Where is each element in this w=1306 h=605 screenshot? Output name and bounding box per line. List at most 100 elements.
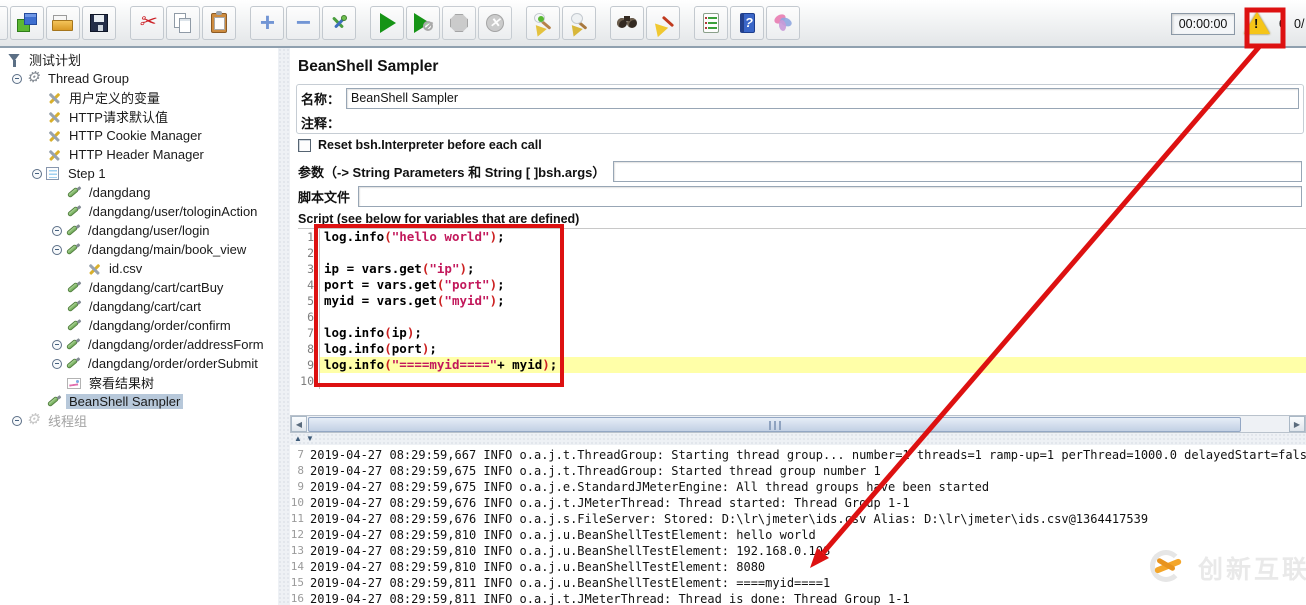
help-button[interactable] bbox=[730, 6, 764, 40]
new-button[interactable] bbox=[0, 6, 8, 40]
add-button[interactable] bbox=[250, 6, 284, 40]
remove-button[interactable] bbox=[286, 6, 320, 40]
clear-one-icon bbox=[531, 11, 555, 35]
copy-button[interactable] bbox=[166, 6, 200, 40]
collapse-down-icon[interactable]: ▼ bbox=[306, 434, 314, 444]
clear-all-button[interactable] bbox=[562, 6, 596, 40]
tree-node[interactable]: /dangdang/cart/cart bbox=[0, 297, 278, 316]
vertical-splitter[interactable] bbox=[278, 48, 290, 605]
search-button[interactable] bbox=[610, 6, 644, 40]
tree-node[interactable]: HTTP Header Manager bbox=[0, 145, 278, 164]
log-errors-indicator[interactable] bbox=[1243, 10, 1273, 38]
open-button[interactable] bbox=[46, 6, 80, 40]
save-button[interactable] bbox=[82, 6, 116, 40]
start-no-timers-button[interactable] bbox=[406, 6, 440, 40]
log-line: 102019-04-27 08:29:59,676 INFO o.a.j.t.J… bbox=[290, 495, 1306, 511]
line-number: 1 bbox=[298, 229, 320, 245]
toggle-button[interactable] bbox=[322, 6, 356, 40]
tree-node[interactable]: Thread Group bbox=[0, 69, 278, 88]
watermark-text: 创新互联 bbox=[1198, 550, 1306, 586]
log-line-text: 2019-04-27 08:29:59,811 INFO o.a.j.t.JMe… bbox=[310, 591, 910, 605]
shutdown-button bbox=[478, 6, 512, 40]
locale-rose-button[interactable] bbox=[766, 6, 800, 40]
tree-node[interactable]: BeanShell Sampler bbox=[0, 392, 278, 411]
scrollbar-thumb[interactable] bbox=[308, 417, 1241, 432]
tree-node[interactable]: /dangdang bbox=[0, 183, 278, 202]
line-number: 8 bbox=[298, 341, 320, 357]
log-line-text: 2019-04-27 08:29:59,675 INFO o.a.j.t.Thr… bbox=[310, 463, 881, 479]
collapse-up-icon[interactable]: ▲ bbox=[294, 434, 302, 444]
expand-handle-icon[interactable] bbox=[52, 359, 62, 369]
tree-node[interactable]: /dangdang/main/book_view bbox=[0, 240, 278, 259]
tree-node[interactable]: 察看结果树 bbox=[0, 373, 278, 392]
tree-node-label: id.csv bbox=[106, 261, 145, 276]
start-icon bbox=[375, 11, 399, 35]
locale-rose-icon bbox=[771, 11, 795, 35]
parameters-input[interactable] bbox=[613, 161, 1302, 182]
scroll-left-button[interactable]: ◀ bbox=[291, 416, 307, 432]
tree-node[interactable]: /dangdang/cart/cartBuy bbox=[0, 278, 278, 297]
toolbar: 00:00:00 0 0/ bbox=[0, 0, 1306, 48]
clear-one-button[interactable] bbox=[526, 6, 560, 40]
tree-node[interactable]: 线程组 bbox=[0, 411, 278, 430]
code-line[interactable]: 2 bbox=[298, 245, 1306, 261]
code-text: log.info("====myid===="+ myid); bbox=[320, 357, 1306, 373]
code-line[interactable]: 7log.info(ip); bbox=[298, 325, 1306, 341]
clear-search-button[interactable] bbox=[646, 6, 680, 40]
parameters-label: 参数（-> String Parameters 和 String [ ]bsh.… bbox=[298, 162, 605, 181]
sampler-icon bbox=[65, 337, 81, 353]
code-line[interactable]: 3ip = vars.get("ip"); bbox=[298, 261, 1306, 277]
sampler-icon bbox=[46, 394, 62, 410]
sampler-icon bbox=[66, 299, 82, 315]
log-splitter[interactable]: ▲ ▼ bbox=[290, 433, 1306, 445]
tree-node[interactable]: HTTP Cookie Manager bbox=[0, 126, 278, 145]
name-input[interactable]: BeanShell Sampler bbox=[346, 88, 1299, 109]
expand-handle-icon[interactable] bbox=[52, 245, 62, 255]
code-line[interactable]: 10 bbox=[298, 373, 1306, 389]
tree-node[interactable]: /dangdang/user/tologinAction bbox=[0, 202, 278, 221]
search-icon bbox=[615, 11, 639, 35]
script-editor[interactable]: 1log.info("hello world");23ip = vars.get… bbox=[298, 228, 1306, 414]
tree-node-label: /dangdang/order/orderSubmit bbox=[85, 356, 261, 371]
tree-node[interactable]: /dangdang/user/login bbox=[0, 221, 278, 240]
tree-node-label: /dangdang/cart/cartBuy bbox=[86, 280, 226, 295]
code-line[interactable]: 9log.info("====myid===="+ myid); bbox=[298, 357, 1306, 373]
cut-button[interactable] bbox=[130, 6, 164, 40]
code-text bbox=[320, 373, 1306, 389]
code-text bbox=[320, 309, 1306, 325]
log-line-text: 2019-04-27 08:29:59,810 INFO o.a.j.u.Bea… bbox=[310, 527, 816, 543]
reset-interpreter-checkbox[interactable] bbox=[298, 139, 311, 152]
expand-handle-icon[interactable] bbox=[52, 226, 62, 236]
code-line[interactable]: 5myid = vars.get("myid"); bbox=[298, 293, 1306, 309]
paste-button[interactable] bbox=[202, 6, 236, 40]
templates-button[interactable] bbox=[10, 6, 44, 40]
expand-handle-icon[interactable] bbox=[32, 169, 42, 179]
tree-node[interactable]: HTTP请求默认值 bbox=[0, 107, 278, 126]
line-number: 9 bbox=[298, 357, 320, 373]
tree-node[interactable]: 测试计划 bbox=[0, 50, 278, 69]
sampler-icon bbox=[66, 318, 82, 334]
start-button[interactable] bbox=[370, 6, 404, 40]
code-line[interactable]: 1log.info("hello world"); bbox=[298, 229, 1306, 245]
tree-node[interactable]: 用户定义的变量 bbox=[0, 88, 278, 107]
horizontal-scrollbar[interactable]: ◀ ▶ bbox=[290, 415, 1306, 433]
scroll-right-button[interactable]: ▶ bbox=[1289, 416, 1305, 432]
expand-handle-icon[interactable] bbox=[52, 340, 62, 350]
tree-node[interactable]: /dangdang/order/addressForm bbox=[0, 335, 278, 354]
tree-node[interactable]: /dangdang/order/orderSubmit bbox=[0, 354, 278, 373]
tree-node[interactable]: id.csv bbox=[0, 259, 278, 278]
tree-node[interactable]: /dangdang/order/confirm bbox=[0, 316, 278, 335]
remove-icon bbox=[291, 11, 315, 35]
function-helper-button[interactable] bbox=[694, 6, 728, 40]
code-line[interactable]: 8log.info(port); bbox=[298, 341, 1306, 357]
elapsed-timer: 00:00:00 bbox=[1171, 13, 1235, 35]
script-file-input[interactable] bbox=[358, 186, 1302, 207]
tree-node[interactable]: Step 1 bbox=[0, 164, 278, 183]
code-line[interactable]: 4port = vars.get("port"); bbox=[298, 277, 1306, 293]
expand-handle-icon[interactable] bbox=[12, 74, 22, 84]
comment-input[interactable] bbox=[346, 112, 1299, 133]
expand-handle-icon[interactable] bbox=[12, 416, 22, 426]
copy-icon bbox=[171, 11, 195, 35]
code-line[interactable]: 6 bbox=[298, 309, 1306, 325]
warning-icon bbox=[1244, 12, 1270, 34]
